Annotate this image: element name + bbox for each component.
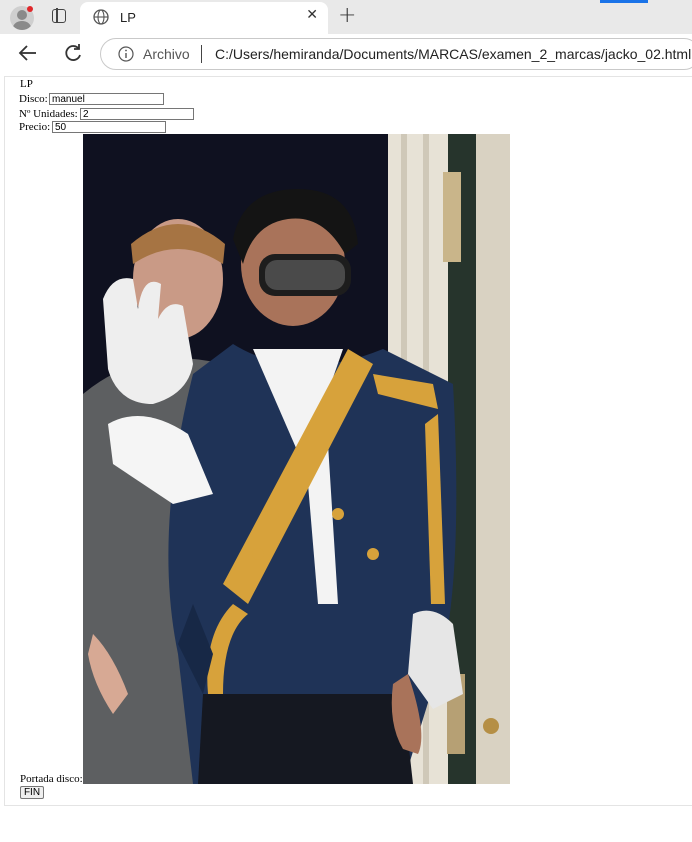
notification-dot (27, 6, 33, 12)
tab-active[interactable]: LP ✕ (80, 2, 328, 34)
plus-icon[interactable]: + (338, 3, 356, 28)
precio-input[interactable] (52, 121, 166, 133)
omnibox-separator (201, 45, 202, 63)
tab-strip: LP ✕ + (0, 0, 692, 34)
url-text[interactable]: C:/Users/hemiranda/Documents/MARCAS/exam… (215, 46, 691, 62)
omnibox[interactable]: Archivo C:/Users/hemiranda/Documents/MAR… (100, 38, 692, 70)
disco-label: Disco: (19, 93, 48, 105)
tab-actions-icon[interactable] (52, 8, 66, 23)
reload-icon[interactable] (62, 42, 84, 64)
tab-title: LP (120, 10, 136, 25)
info-icon[interactable] (118, 46, 134, 62)
accent-bar (600, 0, 648, 3)
unidades-label: Nº Unidades: (19, 108, 78, 120)
unidades-input[interactable] (80, 108, 194, 120)
omnibox-file-label: Archivo (143, 46, 190, 62)
address-bar-row: Archivo C:/Users/hemiranda/Documents/MAR… (0, 34, 692, 74)
fin-button[interactable]: FIN (20, 786, 44, 799)
close-icon[interactable]: ✕ (306, 7, 318, 23)
disco-input[interactable] (49, 93, 164, 105)
precio-label: Precio: (19, 121, 51, 133)
album-cover-image (83, 134, 510, 784)
portada-label: Portada disco: (20, 773, 83, 785)
back-arrow-icon[interactable] (17, 42, 39, 64)
globe-icon (93, 9, 109, 25)
fieldset-legend: LP (20, 78, 33, 90)
